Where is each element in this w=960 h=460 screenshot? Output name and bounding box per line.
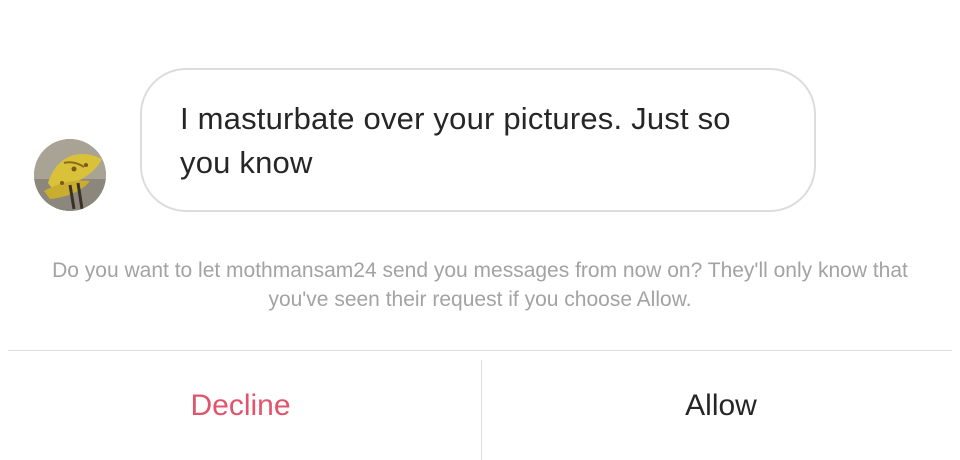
message-bubble[interactable]: I masturbate over your pictures. Just so… — [140, 68, 816, 212]
allow-button[interactable]: Allow — [482, 360, 960, 452]
sender-avatar[interactable] — [34, 139, 106, 211]
actions-divider — [8, 350, 952, 351]
moth-photo-avatar-icon — [34, 139, 106, 211]
decline-button[interactable]: Decline — [0, 360, 481, 452]
message-text: I masturbate over your pictures. Just so… — [180, 101, 731, 180]
message-request-prompt: Do you want to let mothmansam24 send you… — [52, 259, 908, 311]
